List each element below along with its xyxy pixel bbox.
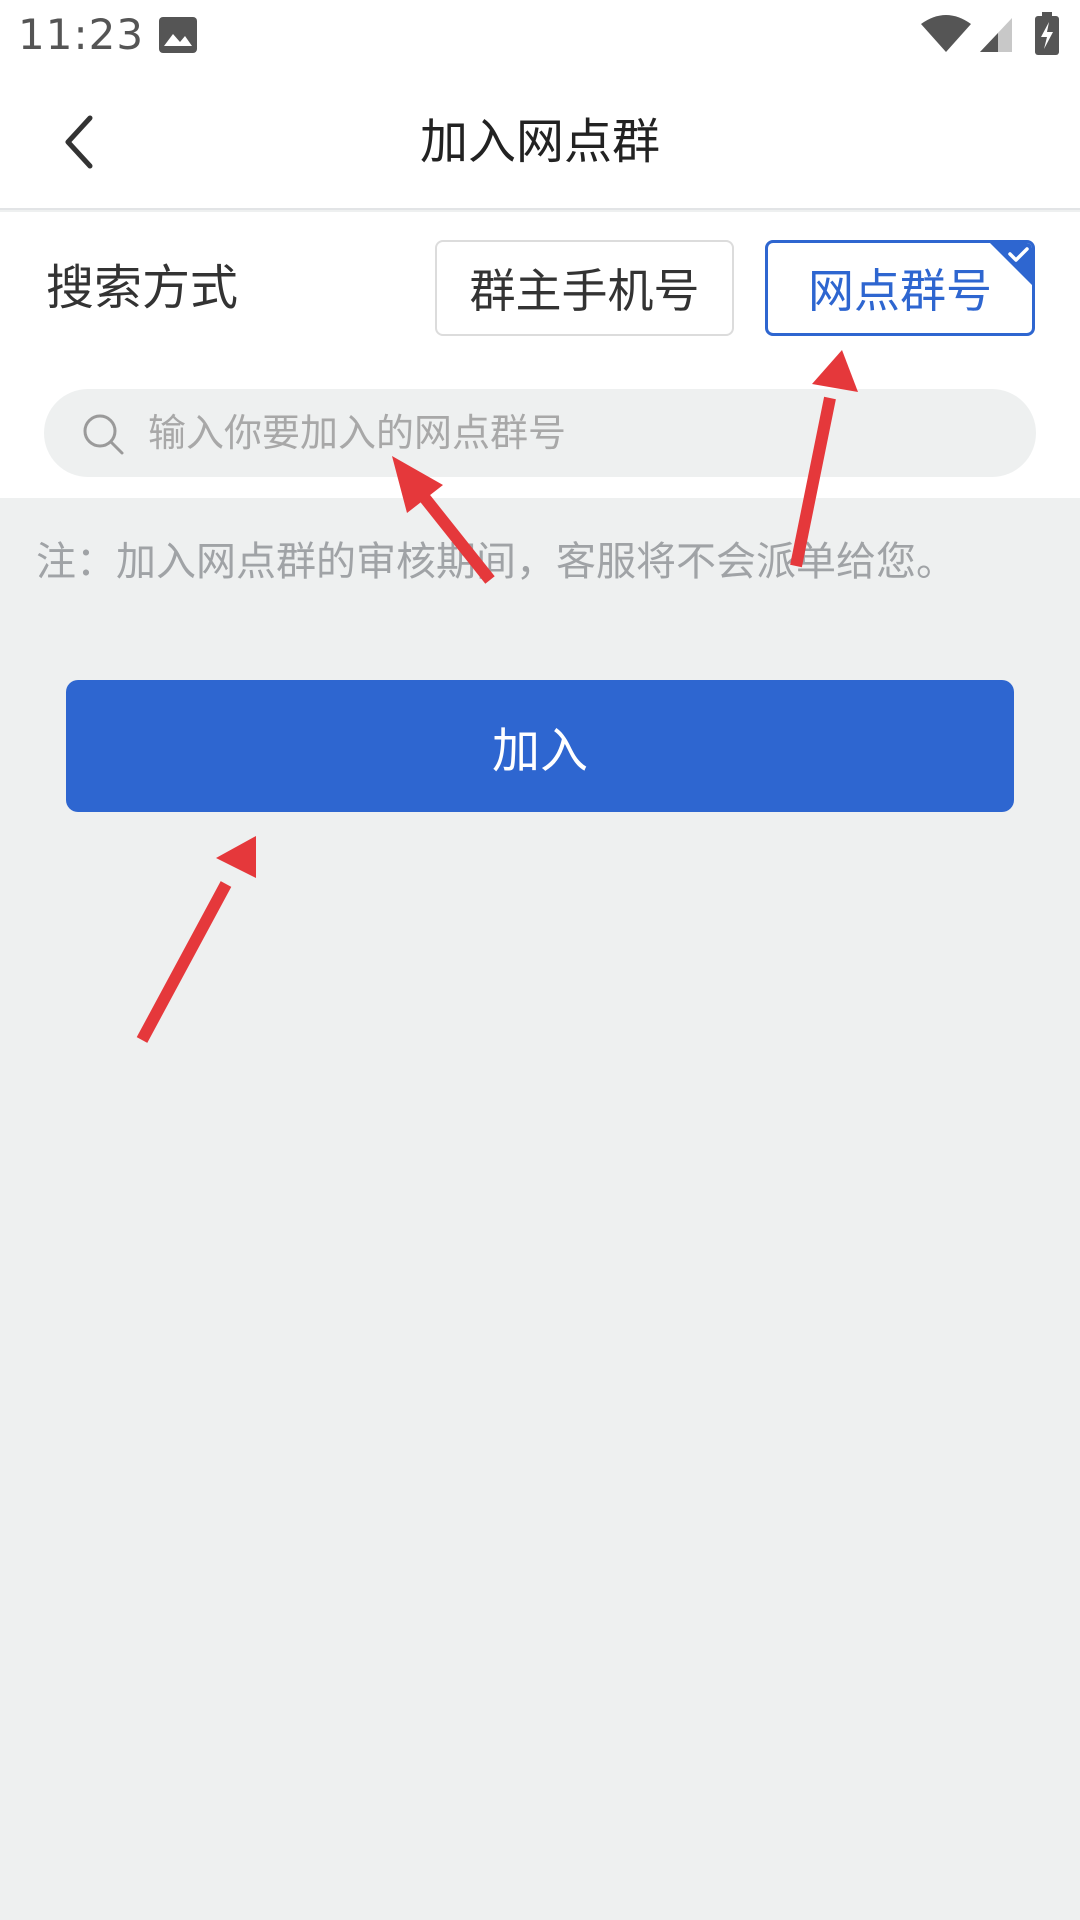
page-title: 加入网点群 [419, 114, 660, 170]
option-group-number[interactable]: 网点群号 [765, 240, 1035, 336]
join-button-label: 加入 [491, 723, 588, 779]
app-bar: 加入网点群 [0, 74, 1080, 210]
screen: 11:23 加入网点群 搜索方式 群主手机号 网点群号 输入你要加入的网点群号 … [0, 0, 1080, 1920]
join-button[interactable]: 加入 [66, 680, 1014, 812]
option-owner-phone[interactable]: 群主手机号 [435, 240, 734, 336]
option-owner-phone-label: 群主手机号 [469, 264, 700, 318]
selected-check-icon [990, 243, 1032, 285]
search-input[interactable] [148, 389, 1008, 477]
gallery-icon [159, 17, 197, 53]
search-method-label: 搜索方式 [46, 260, 239, 316]
search-box [44, 389, 1036, 477]
status-time: 11:23 [18, 10, 145, 59]
wifi-icon [921, 15, 971, 52]
search-method-section: 搜索方式 群主手机号 网点群号 [0, 212, 1080, 498]
battery-charging-icon [1035, 12, 1059, 55]
review-note: 注：加入网点群的审核期间，客服将不会派单给您。 [36, 539, 956, 585]
signal-icon [980, 18, 1012, 52]
search-icon [83, 414, 124, 455]
status-bar: 11:23 [0, 0, 1080, 74]
arrow-to-join-button [136, 836, 256, 1043]
option-group-number-label: 网点群号 [808, 264, 992, 318]
